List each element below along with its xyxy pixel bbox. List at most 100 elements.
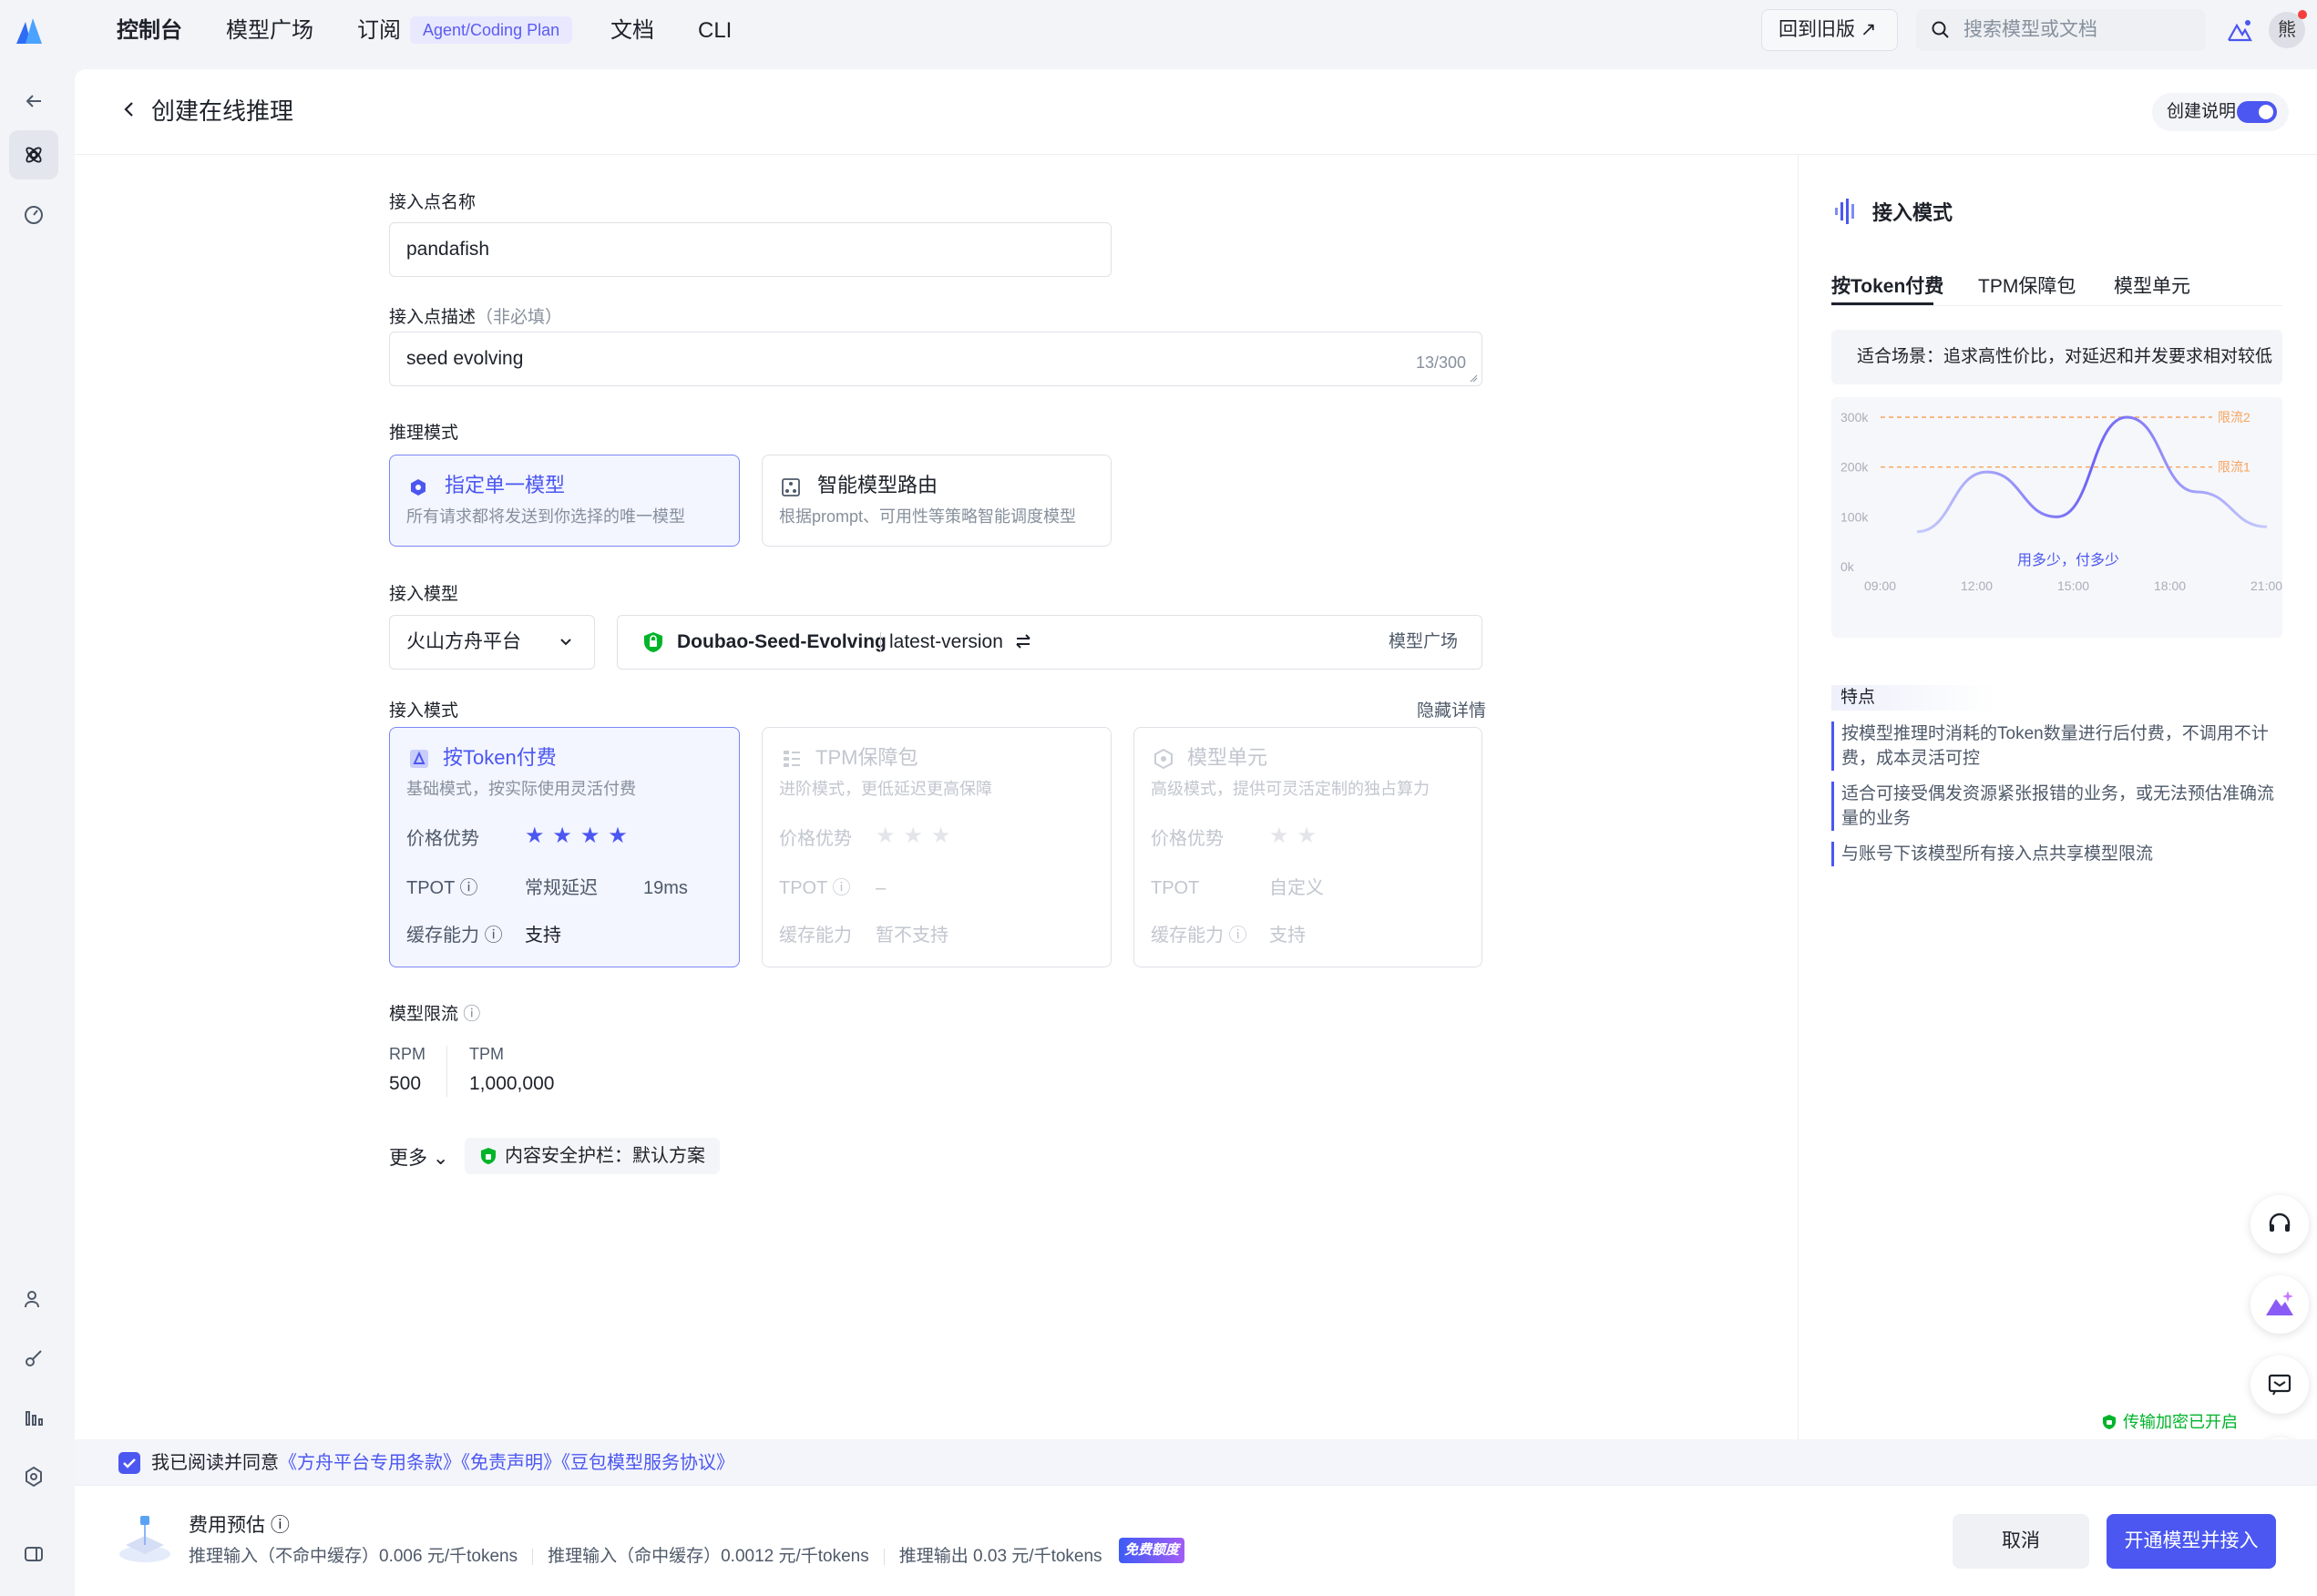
guide-switch[interactable]: [2237, 101, 2277, 123]
guard-label: 内容安全护栏：默认方案: [505, 1146, 705, 1166]
resize-handle-icon[interactable]: [1469, 373, 1478, 383]
feature-item: 与账号下该模型所有接入点共享模型限流: [1831, 842, 2287, 866]
search-icon: [1932, 21, 1949, 38]
usage-line: [1916, 415, 2268, 534]
limit-label: 限流1: [2218, 460, 2250, 475]
access-tpm-card[interactable]: TPM保障包 进阶模式，更低延迟更高保障 价格优势 ★ ★ ★ TPOT ⓘ –…: [762, 727, 1112, 967]
cost-title: 费用预估 ⓘ: [189, 1512, 290, 1540]
desc-label-text: 接入点描述: [389, 308, 477, 327]
star-icon: ★: [876, 824, 896, 848]
key-icon[interactable]: [9, 1334, 58, 1383]
info-icon: ⓘ: [459, 878, 478, 898]
user-manage-icon[interactable]: [9, 1274, 58, 1324]
submit-button[interactable]: 开通模型并接入: [2107, 1514, 2276, 1569]
disclaimer-link[interactable]: 《免责声明》: [461, 1453, 561, 1473]
mode-single-model-card[interactable]: 指定单一模型 所有请求都将发送到你选择的唯一模型: [389, 455, 740, 547]
bar-chart-icon[interactable]: [9, 1393, 58, 1442]
terms-link[interactable]: 《方舟平台专用条款》: [279, 1453, 461, 1473]
feature-item: 适合可接受偶发资源紧张报错的业务，或无法预估准确流量的业务: [1831, 782, 2287, 831]
nav-docs[interactable]: 文档: [610, 13, 654, 49]
tab-tpm[interactable]: TPM保障包: [1978, 273, 2076, 301]
info-icon: ⓘ: [463, 1005, 481, 1024]
star-icon: ★: [608, 824, 628, 848]
desc-textarea[interactable]: seed evolving: [389, 332, 1482, 386]
guard-chip[interactable]: 内容安全护栏：默认方案: [465, 1138, 720, 1174]
price-stars: ★ ★: [1269, 823, 1317, 849]
access-card-sub: 基础模式，按实际使用灵活付费: [406, 780, 636, 798]
tpot-label: TPOT ⓘ: [406, 875, 478, 901]
tpot-label: TPOT ⓘ: [779, 875, 851, 901]
more-toggle[interactable]: 更多 ⌄: [389, 1143, 448, 1171]
model-divider: [880, 632, 881, 652]
desc-char-count: 13/300: [1416, 353, 1467, 372]
cost-calculator-icon: [119, 1516, 170, 1562]
subscribe-badge[interactable]: Agent/Coding Plan: [410, 16, 573, 44]
sidebar-toggle-icon[interactable]: [9, 1530, 58, 1579]
mode-sub: 根据prompt、可用性等策略智能调度模型: [779, 507, 1077, 526]
cost-title-text: 费用预估: [189, 1515, 265, 1536]
access-card-sub: 高级模式，提供可灵活定制的独占算力: [1151, 780, 1430, 798]
star-icon: ★: [525, 824, 545, 848]
endpoint-name-input[interactable]: pandafish: [389, 222, 1112, 277]
nav-model-square[interactable]: 模型广场: [226, 13, 313, 49]
cache-label: 缓存能力 ⓘ: [406, 923, 503, 948]
x-tick-label: 12:00: [1961, 578, 1993, 593]
access-model-unit-card[interactable]: 模型单元 高级模式，提供可灵活定制的独占算力 价格优势 ★ ★ TPOT 自定义…: [1133, 727, 1482, 967]
ai-assistant-icon[interactable]: [2250, 1275, 2309, 1334]
limit-label: 限流2: [2218, 410, 2250, 425]
x-tick-label: 18:00: [2154, 578, 2186, 593]
desc-optional: （非必填）: [476, 308, 563, 327]
shield-icon: [644, 632, 662, 652]
tab-token[interactable]: 按Token付费: [1831, 273, 1943, 301]
cache-value: 支持: [1269, 926, 1306, 946]
price-stars: ★ ★ ★: [876, 823, 950, 849]
feature-list: 按模型推理时消耗的Token数量进行后付费，不调用不计费，成本灵活可控 适合可接…: [1831, 721, 2287, 866]
back-chevron-icon[interactable]: [118, 98, 140, 120]
tpot-label: TPOT: [1151, 878, 1200, 898]
agree-checkbox[interactable]: [118, 1452, 140, 1474]
feature-item: 按模型推理时消耗的Token数量进行后付费，不调用不计费，成本灵活可控: [1831, 721, 2287, 771]
tpot-value: 常规延迟: [525, 878, 598, 898]
swap-icon[interactable]: [1014, 632, 1032, 650]
model-unit-icon: [1154, 748, 1173, 770]
access-card-title: 模型单元: [1187, 746, 1268, 769]
nav-console[interactable]: 控制台: [117, 13, 182, 49]
tpm-label: TPM: [469, 1045, 504, 1063]
mode-smart-routing-card[interactable]: 智能模型路由 根据prompt、可用性等策略智能调度模型: [762, 455, 1112, 547]
doubao-agreement-link[interactable]: 《豆包模型服务协议》: [561, 1453, 734, 1473]
page-title: 创建在线推理: [151, 97, 294, 125]
y-tick-label: 0k: [1840, 559, 1855, 574]
rpm-value: 500: [389, 1073, 422, 1094]
collapse-arrow-icon[interactable]: [9, 77, 58, 126]
model-square-link[interactable]: 模型广场: [1389, 629, 1458, 656]
access-token-card[interactable]: 按Token付费 基础模式，按实际使用灵活付费 价格优势 ★ ★ ★ ★ TPO…: [389, 727, 740, 967]
star-icon: ★: [1269, 824, 1289, 848]
platform-value: 火山方舟平台: [406, 631, 521, 652]
logo-icon[interactable]: [13, 15, 46, 47]
info-icon: ⓘ: [832, 878, 851, 898]
mountain-ai-icon[interactable]: [2223, 15, 2256, 47]
endpoint-name-label: 接入点名称: [389, 193, 477, 212]
cache-label: 缓存能力: [779, 926, 852, 946]
cost-items: 推理输入（不命中缓存）0.006 元/千tokens 推理输入（命中缓存）0.00…: [189, 1544, 1102, 1570]
tab-model-unit[interactable]: 模型单元: [2114, 273, 2190, 301]
search-input[interactable]: 搜索模型或文档: [1916, 9, 2206, 51]
price-label: 价格优势: [779, 829, 852, 849]
gauge-icon[interactable]: [9, 190, 58, 240]
support-headset-icon[interactable]: [2250, 1195, 2309, 1253]
model-service-icon[interactable]: [9, 130, 58, 179]
hide-details-link[interactable]: 隐藏详情: [1417, 700, 1486, 723]
cancel-button[interactable]: 取消: [1953, 1514, 2089, 1569]
old-version-button[interactable]: 回到旧版 ↗: [1761, 9, 1898, 51]
tpot-value: 自定义: [1269, 878, 1324, 898]
nav-subscribe[interactable]: 订阅: [357, 13, 401, 49]
settings-icon[interactable]: [9, 1452, 58, 1501]
x-tick-label: 15:00: [2057, 578, 2089, 593]
model-version: latest-version: [889, 631, 1003, 652]
nav-cli[interactable]: CLI: [698, 13, 732, 49]
right-panel-title: 接入模式: [1872, 201, 1953, 224]
feedback-icon[interactable]: [2250, 1356, 2309, 1414]
info-icon: ⓘ: [1228, 926, 1247, 946]
cost-item: 推理输出 0.03 元/千tokens: [898, 1547, 1102, 1566]
tpot-extra: 19ms: [643, 878, 688, 898]
